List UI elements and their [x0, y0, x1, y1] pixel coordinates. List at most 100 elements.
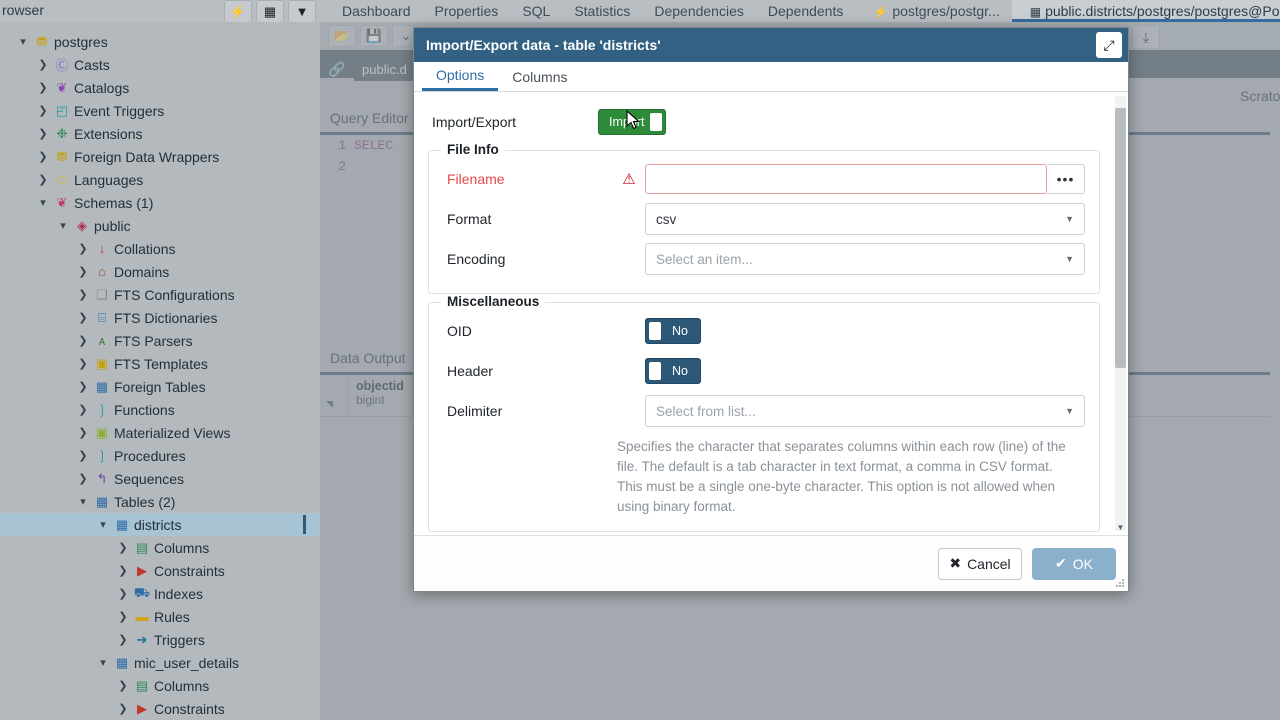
- chevron-right-icon[interactable]: ❯: [74, 288, 92, 301]
- chevron-right-icon[interactable]: ❯: [34, 150, 52, 163]
- tab-sql[interactable]: SQL: [510, 0, 562, 22]
- node-type-icon: ⛃: [36, 33, 48, 49]
- chevron-right-icon[interactable]: ❯: [74, 357, 92, 370]
- tree-item-fts-configurations[interactable]: ❯ ❑ FTS Configurations: [0, 283, 320, 306]
- chevron-right-icon[interactable]: ❯: [74, 334, 92, 347]
- tree-item-columns[interactable]: ❯ ▤ Columns: [0, 674, 320, 697]
- view-data-button[interactable]: ▦: [256, 0, 284, 22]
- tab-public-districts-postgres-postgres-postgr[interactable]: ▦ public.districts/postgres/postgres@Post…: [1011, 0, 1280, 22]
- node-type-icon: ❦: [56, 194, 68, 210]
- chevron-right-icon[interactable]: ❯: [74, 380, 92, 393]
- oid-row: OID No: [443, 311, 1085, 351]
- chevron-right-icon[interactable]: ❯: [114, 702, 132, 715]
- chevron-right-icon[interactable]: ❯: [114, 610, 132, 623]
- chevron-down-icon: ▼: [1065, 406, 1074, 416]
- filter-button[interactable]: ▼: [288, 0, 316, 22]
- import-export-toggle[interactable]: Import: [598, 109, 666, 135]
- chevron-right-icon[interactable]: ❯: [74, 472, 92, 485]
- maximize-icon[interactable]: ⤢: [1096, 32, 1122, 58]
- tab-dependencies[interactable]: Dependencies: [642, 0, 756, 22]
- tab-columns[interactable]: Columns: [498, 62, 581, 91]
- chevron-down-icon[interactable]: ▾: [94, 518, 112, 531]
- chevron-down-icon: ▼: [1065, 214, 1074, 224]
- chevron-down-icon[interactable]: ▾: [54, 219, 72, 232]
- dialog-title: Import/Export data - table 'districts': [426, 37, 661, 53]
- oid-toggle[interactable]: No: [645, 318, 701, 344]
- encoding-value: Select an item...: [656, 251, 753, 267]
- tree-item-constraints[interactable]: ❯ ▶ Constraints: [0, 697, 320, 720]
- tree-item-districts[interactable]: ▾ ▦ districts: [0, 513, 320, 536]
- tab-options[interactable]: Options: [422, 62, 499, 91]
- chevron-right-icon[interactable]: ❯: [114, 541, 132, 554]
- node-type-icon: ❉: [56, 125, 68, 141]
- chevron-right-icon[interactable]: ❯: [114, 633, 132, 646]
- encoding-select[interactable]: Select an item... ▼: [645, 243, 1085, 275]
- dialog-scroll-down-arrow[interactable]: ▼: [1115, 521, 1126, 533]
- tree-item-postgres[interactable]: ▾ ⛃ postgres: [0, 30, 320, 53]
- tree-item-foreign-tables[interactable]: ❯ ▦ Foreign Tables: [0, 375, 320, 398]
- tree-item-event-triggers[interactable]: ❯ ◰ Event Triggers: [0, 99, 320, 122]
- cancel-button[interactable]: ✖ Cancel: [938, 547, 1022, 580]
- object-browser-tree[interactable]: ▾ ⛃ postgres ❯ Ⓒ Casts ❯ ❦ Catalogs ❯ ◰ Event Trigg…: [0, 22, 320, 720]
- chevron-right-icon[interactable]: ❯: [34, 81, 52, 94]
- tree-item-columns[interactable]: ❯ ▤ Columns: [0, 536, 320, 559]
- chevron-down-icon[interactable]: ▾: [14, 35, 32, 48]
- tree-item-schemas-1[interactable]: ▾ ❦ Schemas (1): [0, 191, 320, 214]
- browse-file-button[interactable]: •••: [1047, 164, 1085, 194]
- chevron-right-icon[interactable]: ❯: [74, 242, 92, 255]
- filename-input[interactable]: [645, 164, 1047, 194]
- chevron-right-icon[interactable]: ❯: [114, 679, 132, 692]
- ok-button[interactable]: ✔ OK: [1032, 547, 1116, 580]
- tree-item-sequences[interactable]: ❯ ↰ Sequences: [0, 467, 320, 490]
- node-type-icon: ▣: [95, 424, 109, 440]
- dialog-resize-grip[interactable]: [1115, 578, 1125, 588]
- tree-item-triggers[interactable]: ❯ ➔ Triggers: [0, 628, 320, 651]
- tab-dependents[interactable]: Dependents: [756, 0, 856, 22]
- tree-item-catalogs[interactable]: ❯ ❦ Catalogs: [0, 76, 320, 99]
- header-toggle[interactable]: No: [645, 358, 701, 384]
- tree-item-procedures[interactable]: ❯ ❳ Procedures: [0, 444, 320, 467]
- tree-item-constraints[interactable]: ❯ ▶ Constraints: [0, 559, 320, 582]
- tree-item-collations[interactable]: ❯ ↓ Collations: [0, 237, 320, 260]
- tree-item-fts-dictionaries[interactable]: ❯ ⌸ FTS Dictionaries: [0, 306, 320, 329]
- tree-item-indexes[interactable]: ❯ ⛟ Indexes: [0, 582, 320, 605]
- chevron-right-icon[interactable]: ❯: [74, 426, 92, 439]
- tree-item-tables-2[interactable]: ▾ ▦ Tables (2): [0, 490, 320, 513]
- format-select[interactable]: csv ▼: [645, 203, 1085, 235]
- tree-item-public[interactable]: ▾ ◈ public: [0, 214, 320, 237]
- format-value: csv: [656, 211, 677, 227]
- chevron-right-icon[interactable]: ❯: [74, 403, 92, 416]
- chevron-right-icon[interactable]: ❯: [74, 265, 92, 278]
- tree-item-foreign-data-wrappers[interactable]: ❯ ⛃ Foreign Data Wrappers: [0, 145, 320, 168]
- chevron-right-icon[interactable]: ❯: [114, 587, 132, 600]
- chevron-down-icon[interactable]: ▾: [94, 656, 112, 669]
- delimiter-select[interactable]: Select from list... ▼: [645, 395, 1085, 427]
- chevron-right-icon[interactable]: ❯: [34, 58, 52, 71]
- execute-query-button[interactable]: ⚡: [224, 0, 252, 22]
- chevron-down-icon[interactable]: ▾: [74, 495, 92, 508]
- main-tab-list: Dashboard Properties SQL Statistics Dependen…: [330, 0, 1280, 22]
- tab-statistics[interactable]: Statistics: [562, 0, 642, 22]
- tree-item-extensions[interactable]: ❯ ❉ Extensions: [0, 122, 320, 145]
- tree-item-languages[interactable]: ❯ ⬭ Languages: [0, 168, 320, 191]
- dialog-scrollbar-thumb[interactable]: [1115, 108, 1126, 368]
- chevron-right-icon[interactable]: ❯: [74, 311, 92, 324]
- tab-properties[interactable]: Properties: [423, 0, 511, 22]
- dialog-scroll-area: Import/Export Import File Info Filename …: [414, 92, 1114, 535]
- chevron-right-icon[interactable]: ❯: [34, 104, 52, 117]
- chevron-right-icon[interactable]: ❯: [74, 449, 92, 462]
- tab-postgres-postgr[interactable]: ⚡ postgres/postgr...: [855, 0, 1011, 22]
- chevron-right-icon[interactable]: ❯: [114, 564, 132, 577]
- tree-item-functions[interactable]: ❯ ❳ Functions: [0, 398, 320, 421]
- chevron-right-icon[interactable]: ❯: [34, 127, 52, 140]
- tab-dashboard[interactable]: Dashboard: [330, 0, 423, 22]
- tree-item-fts-templates[interactable]: ❯ ▣ FTS Templates: [0, 352, 320, 375]
- tree-item-mic-user-details[interactable]: ▾ ▦ mic_user_details: [0, 651, 320, 674]
- tree-item-casts[interactable]: ❯ Ⓒ Casts: [0, 53, 320, 76]
- tree-item-materialized-views[interactable]: ❯ ▣ Materialized Views: [0, 421, 320, 444]
- tree-item-fts-parsers[interactable]: ❯ ᴀ FTS Parsers: [0, 329, 320, 352]
- chevron-down-icon[interactable]: ▾: [34, 196, 52, 209]
- tree-item-rules[interactable]: ❯ ▬ Rules: [0, 605, 320, 628]
- chevron-right-icon[interactable]: ❯: [34, 173, 52, 186]
- tree-item-domains[interactable]: ❯ ⌂ Domains: [0, 260, 320, 283]
